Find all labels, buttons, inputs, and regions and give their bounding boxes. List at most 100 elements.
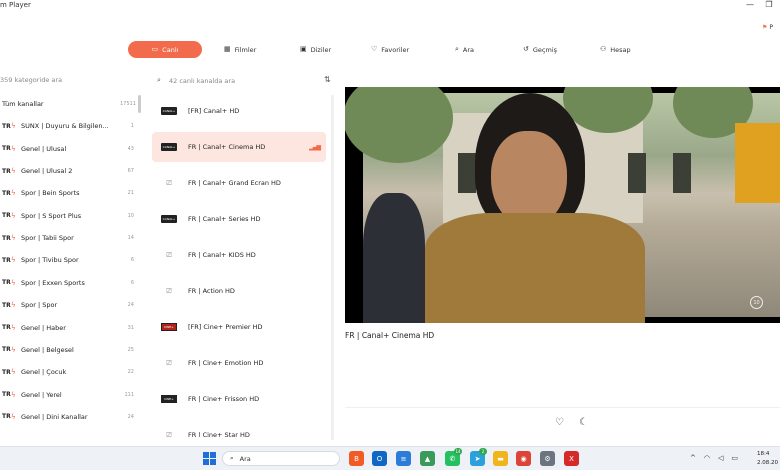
category-country-label: TR: [2, 279, 11, 287]
channel-name: FR | Canal+ Grand Ecran HD: [188, 179, 281, 187]
category-count: 21: [127, 190, 134, 197]
category-item[interactable]: TR ϟ Genel | Çocuk 22: [0, 361, 134, 383]
brave-app-icon[interactable]: B: [349, 451, 364, 466]
category-item[interactable]: TR ϟ Genel | Belgesel 25: [0, 339, 134, 361]
channel-search-input[interactable]: 42 canlı kanalda ara: [169, 77, 309, 85]
wifi-icon[interactable]: ◠: [704, 454, 710, 462]
category-count: 67: [127, 168, 134, 175]
category-search-input[interactable]: 359 kategoride ara: [0, 76, 140, 88]
video-player[interactable]: [345, 87, 780, 323]
system-tray: ^ ◠ ◁ ▭: [690, 454, 738, 462]
notes-app-icon[interactable]: ≡: [396, 451, 411, 466]
files-app-icon[interactable]: ▬: [493, 451, 508, 466]
channel-item[interactable]: CINE+ [FR] Cine+ Premier HD: [152, 312, 326, 342]
bolt-icon: ϟ: [11, 234, 16, 243]
heart-icon: ♡: [371, 45, 378, 53]
tv-icon: ⎚: [166, 286, 172, 295]
channel-item[interactable]: ⎚ FR | Action HD: [152, 276, 326, 306]
settings-app-icon[interactable]: ⚙: [540, 451, 555, 466]
category-name: Genel | Ulusal 2: [21, 167, 73, 176]
category-count: 24: [127, 302, 134, 309]
channel-item[interactable]: ⎚ FR | Cine+ Star HD: [152, 420, 326, 438]
volume-icon[interactable]: ◁: [718, 454, 723, 462]
channel-name: FR | Canal+ KIDS HD: [188, 251, 256, 259]
restore-button[interactable]: ❐: [762, 0, 776, 9]
category-country-label: TR: [2, 256, 11, 264]
bolt-icon: ϟ: [11, 211, 16, 220]
category-name: Genel | Çocuk: [21, 368, 67, 377]
category-item[interactable]: TR ϟ SUNX | Duyuru & Bilgilen... 1: [0, 115, 134, 137]
channel-item[interactable]: CANAL+ FR | Canal+ Cinema HD ▂▄▆: [152, 132, 326, 162]
player-app-icon[interactable]: X: [564, 451, 579, 466]
window-title: m Player: [0, 1, 31, 9]
channel-name: FR | Canal+ Cinema HD: [188, 143, 266, 151]
category-country-label: TR: [2, 234, 11, 242]
notification-badge: 2: [479, 448, 487, 455]
category-item[interactable]: TR ϟ Spor | Spor 24: [0, 294, 134, 316]
channel-item[interactable]: ⎚ FR | Cine+ Emotion HD: [152, 348, 326, 378]
bolt-icon: ϟ: [11, 345, 16, 354]
search-icon: ⌕: [157, 76, 161, 84]
tv-icon: ⎚: [166, 358, 172, 367]
channel-item[interactable]: CINE+ FR | Cine+ Frisson HD: [152, 384, 326, 414]
bolt-icon: ϟ: [11, 368, 16, 377]
category-item[interactable]: TR ϟ Genel | Yerel 111: [0, 384, 134, 406]
nav-tab-label: Hesap: [610, 45, 631, 54]
category-item[interactable]: TR ϟ Genel | Dini Kanallar 24: [0, 406, 134, 428]
category-country-label: TR: [2, 122, 11, 130]
category-item[interactable]: Tüm kanallar 17511: [0, 93, 136, 115]
category-item[interactable]: TR ϟ Spor | S Sport Plus 10: [0, 205, 134, 227]
channel-item[interactable]: ⎚ FR | Canal+ Grand Ecran HD: [152, 168, 326, 198]
top-right-button[interactable]: ⚑ P: [762, 24, 773, 31]
windows-start-icon[interactable]: [203, 452, 216, 465]
nav-tab-heart[interactable]: ♡ Favoriler: [371, 41, 409, 58]
nav-tab-film[interactable]: ▦ Filmler: [224, 41, 256, 58]
taskbar-search-input[interactable]: ⌕ Ara: [222, 451, 340, 466]
channel-item[interactable]: CANAL+ FR | Canal+ Series HD: [152, 204, 326, 234]
channel-logo: CINE+: [161, 395, 177, 403]
search-icon: ⌕: [455, 45, 459, 53]
category-country-label: TR: [2, 212, 11, 220]
nav-tab-search[interactable]: ⌕ Ara: [455, 41, 474, 58]
channel-name: [FR] Canal+ HD: [188, 107, 240, 115]
category-country-label: TR: [2, 391, 11, 399]
playing-indicator-icon: ▂▄▆: [309, 143, 321, 151]
nav-tab-tv[interactable]: ▭ Canlı: [128, 41, 202, 58]
category-country-label: TR: [2, 368, 11, 376]
nav-tab-history[interactable]: ↺ Geçmiş: [523, 41, 557, 58]
battery-icon[interactable]: ▭: [731, 454, 738, 462]
category-name: Spor | Exxen Sports: [21, 278, 85, 287]
channel-item[interactable]: ⎚ FR | Canal+ KIDS HD: [152, 240, 326, 270]
channel-scrollbar[interactable]: [331, 95, 334, 440]
category-name: Spor | Tabii Spor: [21, 234, 74, 243]
category-item[interactable]: TR ϟ Spor | Bein Sports 21: [0, 182, 134, 204]
clock[interactable]: 18:4 2.08.20: [757, 450, 778, 468]
category-item[interactable]: TR ϟ Spor | Exxen Sports 6: [0, 272, 134, 294]
category-scrollbar[interactable]: [138, 95, 141, 113]
moon-icon[interactable]: ☾: [579, 417, 588, 428]
chrome-app-icon[interactable]: ◉: [516, 451, 531, 466]
category-name: Tüm kanallar: [2, 100, 44, 108]
bolt-icon: ϟ: [11, 390, 16, 399]
clock-date: 2.08.20: [757, 460, 778, 466]
top-right-icon: ⚑: [762, 24, 768, 31]
chevron-up-icon[interactable]: ^: [690, 454, 696, 462]
heart-icon[interactable]: ♡: [555, 417, 564, 428]
sort-icon[interactable]: ⇅: [324, 75, 331, 84]
channel-name: FR | Cine+ Star HD: [188, 431, 250, 437]
photos-app-icon[interactable]: ▲: [420, 451, 435, 466]
category-item[interactable]: TR ϟ Spor | Tabii Spor 14: [0, 227, 134, 249]
minimize-button[interactable]: —: [743, 0, 757, 9]
category-item[interactable]: TR ϟ Genel | Ulusal 2 67: [0, 160, 134, 182]
clock-time: 18:4: [757, 451, 770, 457]
category-item[interactable]: TR ϟ Spor | Tivibu Spor 6: [0, 249, 134, 271]
nav-tab-user[interactable]: ⚇ Hesap: [600, 41, 631, 58]
nav-tab-series[interactable]: ▣ Diziler: [300, 41, 331, 58]
channel-item[interactable]: CANAL+ [FR] Canal+ HD: [152, 96, 326, 126]
category-item[interactable]: TR ϟ Genel | Ulusal 43: [0, 138, 134, 160]
search-icon: ⌕: [230, 454, 234, 462]
bolt-icon: ϟ: [11, 144, 16, 153]
category-item[interactable]: TR ϟ Genel | Haber 31: [0, 317, 134, 339]
category-count: 22: [127, 369, 134, 376]
outlook-app-icon[interactable]: O: [372, 451, 387, 466]
